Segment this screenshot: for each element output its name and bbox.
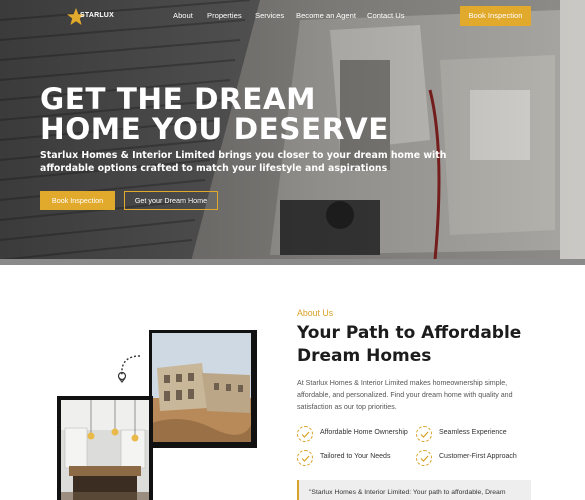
- quote-box: "Starlux Homes & Interior Limited: Your …: [297, 480, 531, 500]
- check-circle-icon: [297, 426, 313, 442]
- book-inspection-header-button[interactable]: Book Inspection: [460, 6, 531, 26]
- hero-title: GET THE DREAM HOME YOU DESERVE: [40, 84, 480, 144]
- nav-contact[interactable]: Contact Us: [367, 11, 405, 20]
- feature-label: Tailored to Your Needs: [320, 453, 391, 460]
- quote-text: "Starlux Homes & Interior Limited: Your …: [309, 489, 506, 496]
- about-title: Your Path to Affordable Dream Homes: [297, 323, 522, 366]
- hero-bottom-strip: [0, 259, 585, 265]
- check-circle-icon: [416, 426, 432, 442]
- building-construction-image: [149, 330, 257, 448]
- about-label: About Us: [297, 308, 334, 318]
- about-text: At Starlux Homes & Interior Limited make…: [297, 379, 513, 412]
- curved-arrow-icon: [117, 355, 141, 383]
- hero-title-line1: GET THE DREAM: [40, 82, 317, 116]
- construction-photo: [152, 333, 251, 442]
- hero-title-line2: HOME YOU DESERVE: [40, 112, 389, 146]
- feature-label: Affordable Home Ownership: [320, 429, 408, 436]
- nav-services[interactable]: Services: [255, 11, 284, 20]
- check-circle-icon: [416, 450, 432, 466]
- check-circle-icon: [297, 450, 313, 466]
- nav-become-agent[interactable]: Become an Agent: [296, 11, 356, 20]
- kitchen-interior-image: [57, 396, 153, 500]
- nav-properties[interactable]: Properties: [207, 11, 242, 20]
- nav-about[interactable]: About: [173, 11, 193, 20]
- hero-subtitle: Starlux Homes & Interior Limited brings …: [40, 150, 447, 174]
- get-dream-home-button[interactable]: Get your Dream Home: [124, 191, 218, 210]
- kitchen-photo: [61, 400, 149, 500]
- book-inspection-button[interactable]: Book Inspection: [40, 191, 115, 210]
- logo-text[interactable]: STARLUX: [80, 12, 114, 19]
- feature-label: Customer-First Approach: [439, 453, 517, 460]
- feature-label: Seamless Experience: [439, 429, 507, 436]
